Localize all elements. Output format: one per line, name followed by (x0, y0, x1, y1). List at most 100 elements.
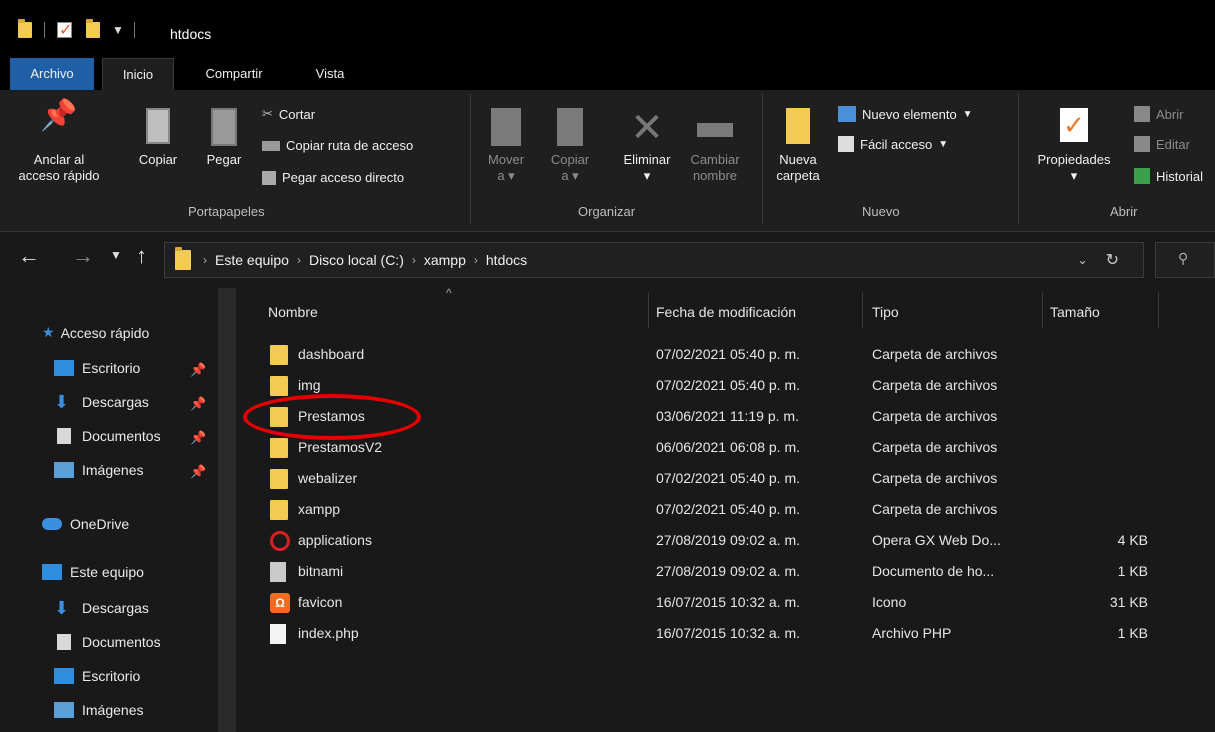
file-size: 1 KB (1117, 625, 1148, 641)
nav-item-escritorio[interactable]: Escritorio (54, 360, 140, 376)
new-item-button[interactable]: Nuevo elemento ▼ (838, 106, 973, 122)
forward-arrow-icon[interactable]: → (72, 243, 94, 269)
scrollbar[interactable] (218, 288, 236, 732)
download-icon: ⬇ (54, 392, 70, 412)
column-header-name[interactable]: Nombre (268, 288, 318, 332)
folder-icon (270, 376, 288, 396)
column-header-size[interactable]: Tamaño (1050, 288, 1100, 332)
file-type: Carpeta de archivos (872, 377, 998, 393)
file-type: Carpeta de archivos (872, 470, 998, 486)
nav-item-documentos[interactable]: Documentos (54, 428, 161, 444)
ribbon: 📌 Anclar al acceso rápido Copiar Pegar ✂… (0, 90, 1215, 232)
nav-onedrive[interactable]: OneDrive (42, 516, 129, 532)
nav-pc-documentos[interactable]: Documentos (54, 634, 161, 650)
paste-label: Pegar (206, 152, 242, 167)
nav-este-equipo[interactable]: Este equipo (42, 564, 144, 580)
easy-access-button[interactable]: Fácil acceso ▼ (838, 136, 948, 152)
cloud-icon (42, 518, 62, 530)
edit-button[interactable]: Editar (1134, 136, 1190, 152)
column-divider[interactable] (1158, 292, 1159, 328)
nav-quick-access[interactable]: ★ Acceso rápido (42, 324, 149, 341)
file-date: 03/06/2021 11:19 p. m. (656, 408, 799, 424)
breadcrumb-xampp[interactable]: xampp (424, 252, 466, 268)
nav-label: Imágenes (82, 462, 144, 478)
nav-item-imagenes[interactable]: Imágenes (54, 462, 143, 478)
tab-vista[interactable]: Vista (300, 58, 360, 90)
column-header-type[interactable]: Tipo (872, 288, 899, 332)
pin-icon: 📌 (40, 99, 78, 132)
file-row[interactable]: webalizer 07/02/2021 05:40 p. m. Carpeta… (266, 463, 1166, 494)
chevron-right-icon[interactable]: › (412, 253, 416, 267)
new-folder-button[interactable]: Nueva carpeta (770, 108, 826, 184)
copy-path-button[interactable]: Copiar ruta de acceso (262, 138, 413, 153)
file-row[interactable]: Ω favicon 16/07/2015 10:32 a. m. Icono 3… (266, 587, 1166, 618)
tab-compartir[interactable]: Compartir (186, 58, 282, 90)
file-name: webalizer (298, 470, 358, 486)
pin-quick-access-button[interactable]: 📌 Anclar al acceso rápido (14, 99, 104, 184)
nav-label: Este equipo (70, 564, 144, 580)
chevron-down-icon[interactable]: ⌄ (1078, 253, 1088, 267)
chevron-right-icon[interactable]: › (474, 253, 478, 267)
column-divider[interactable] (862, 292, 863, 328)
file-row[interactable]: dashboard 07/02/2021 05:40 p. m. Carpeta… (266, 339, 1166, 370)
separator (133, 22, 135, 38)
breadcrumb-htdocs[interactable]: htdocs (486, 252, 527, 268)
address-bar[interactable]: › Este equipo › Disco local (C:) › xampp… (164, 242, 1144, 278)
opera-icon (270, 531, 290, 551)
document-icon (57, 428, 71, 444)
customize-toolbar-icon[interactable]: ▼ (112, 23, 124, 37)
nav-pc-imagenes[interactable]: Imágenes (54, 702, 143, 718)
properties-button[interactable]: ✓ Propiedades ▾ (1026, 108, 1122, 184)
search-input[interactable]: ⚲ (1155, 242, 1215, 278)
properties-icon[interactable] (57, 20, 72, 40)
new-item-icon (838, 106, 856, 122)
paste-button[interactable]: Pegar (194, 108, 254, 168)
pin-label-line1: Anclar al (33, 152, 85, 167)
recent-locations-icon[interactable]: ▼ (110, 248, 122, 262)
paste-shortcut-button[interactable]: Pegar acceso directo (262, 170, 404, 185)
file-row[interactable]: bitnami 27/08/2019 09:02 a. m. Documento… (266, 556, 1166, 587)
php-file-icon (270, 624, 286, 644)
refresh-icon[interactable]: ↻ (1106, 250, 1119, 270)
folder-icon (270, 500, 288, 520)
column-divider[interactable] (1042, 292, 1043, 328)
breadcrumb-disco-local[interactable]: Disco local (C:) (309, 252, 404, 268)
new-folder-icon[interactable] (86, 19, 100, 38)
folder-icon (270, 345, 288, 365)
nav-item-descargas[interactable]: ⬇ Descargas (54, 392, 149, 412)
rename-button[interactable]: Cambiar nombre (682, 108, 748, 184)
cut-button[interactable]: ✂ Cortar (262, 106, 315, 122)
file-row[interactable]: index.php 16/07/2015 10:32 a. m. Archivo… (266, 618, 1166, 649)
file-row[interactable]: PrestamosV2 06/06/2021 06:08 p. m. Carpe… (266, 432, 1166, 463)
file-row[interactable]: xampp 07/02/2021 05:40 p. m. Carpeta de … (266, 494, 1166, 525)
file-row[interactable]: img 07/02/2021 05:40 p. m. Carpeta de ar… (266, 370, 1166, 401)
group-label-portapapeles: Portapapeles (188, 204, 265, 219)
new-folder-label-line2: carpeta (776, 168, 820, 183)
chevron-right-icon[interactable]: › (297, 253, 301, 267)
move-icon (478, 108, 534, 152)
new-folder-icon (770, 108, 826, 152)
copy-label: Copiar (138, 152, 178, 167)
copy-icon (128, 108, 188, 152)
file-date: 16/07/2015 10:32 a. m. (656, 594, 800, 610)
file-type: Documento de ho... (872, 563, 995, 579)
tab-inicio[interactable]: Inicio (102, 58, 174, 90)
open-button[interactable]: Abrir (1134, 106, 1183, 122)
move-to-button[interactable]: Mover a ▾ (478, 108, 534, 184)
copy-to-button[interactable]: Copiar a ▾ (540, 108, 600, 184)
copy-button[interactable]: Copiar (128, 108, 188, 168)
breadcrumb-este-equipo[interactable]: Este equipo (215, 252, 289, 268)
file-date: 16/07/2015 10:32 a. m. (656, 625, 800, 641)
up-arrow-icon[interactable]: ↑ (136, 243, 147, 269)
chevron-down-icon: ▼ (938, 138, 949, 150)
delete-button[interactable]: ✕ Eliminar ▾ (612, 108, 682, 184)
nav-pc-escritorio[interactable]: Escritorio (54, 668, 140, 684)
file-row[interactable]: applications 27/08/2019 09:02 a. m. Oper… (266, 525, 1166, 556)
column-header-date[interactable]: Fecha de modificación (656, 288, 796, 332)
back-arrow-icon[interactable]: ← (18, 243, 40, 269)
easy-access-icon (838, 136, 854, 152)
nav-pc-descargas[interactable]: ⬇ Descargas (54, 599, 149, 617)
tab-archivo[interactable]: Archivo (10, 58, 94, 90)
column-divider[interactable] (648, 292, 649, 328)
history-button[interactable]: Historial (1134, 168, 1203, 184)
